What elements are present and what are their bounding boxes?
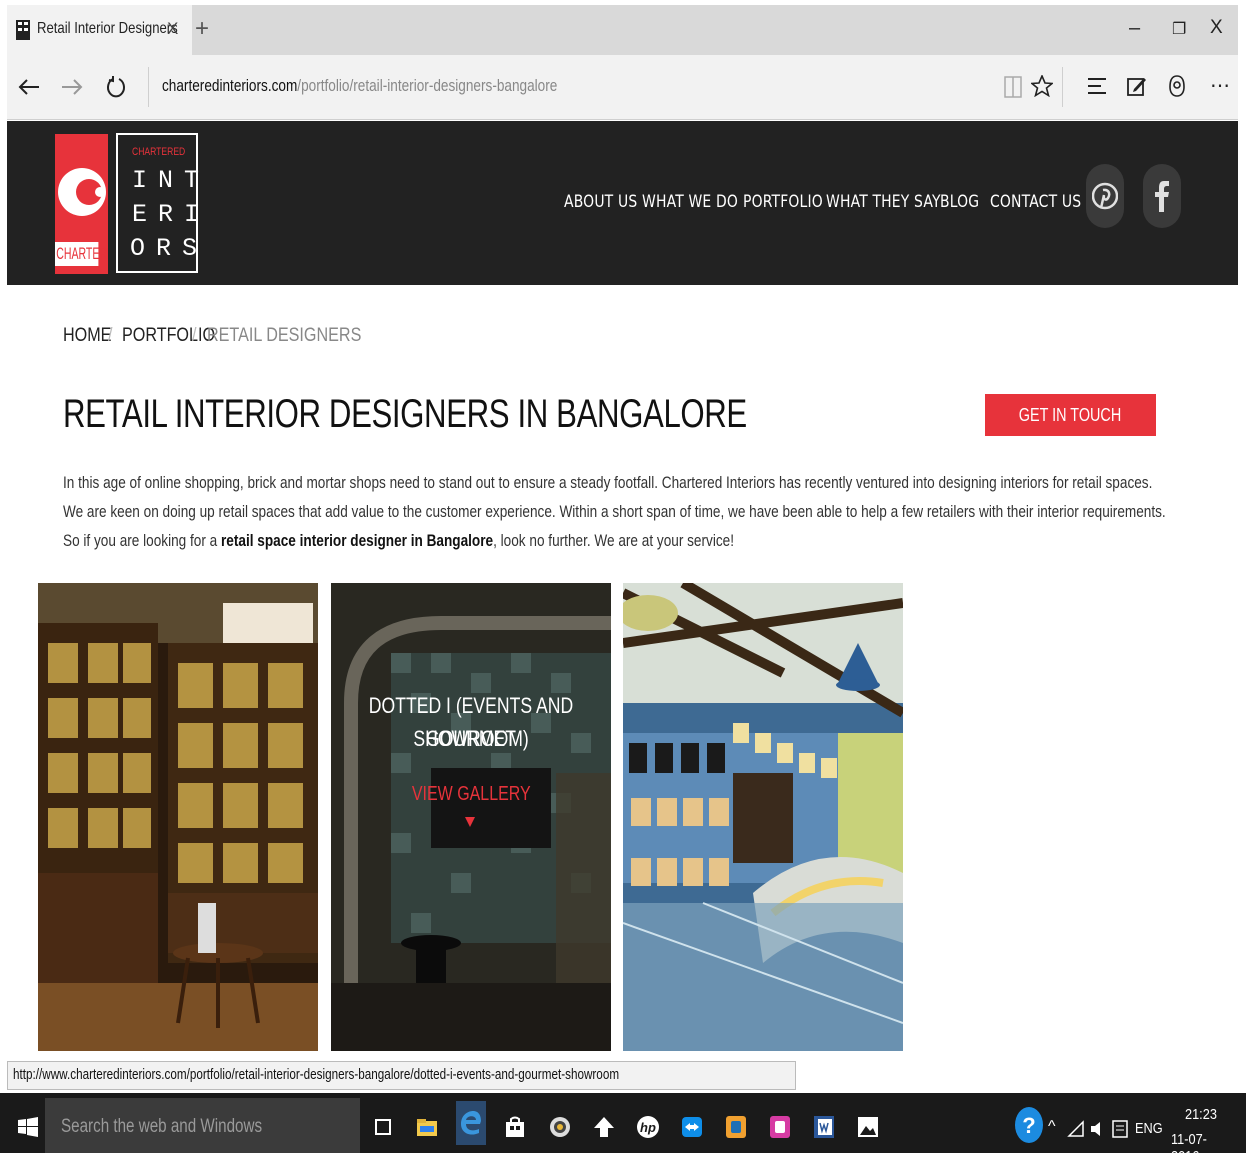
logo-small-text: CHARTERED	[132, 146, 186, 158]
breadcrumb-current: RETAIL DESIGNERS	[207, 325, 362, 346]
store-icon[interactable]	[500, 1110, 530, 1144]
url-domain: charteredinteriors.com	[162, 76, 298, 95]
word-icon[interactable]	[809, 1110, 839, 1144]
windows-start-icon[interactable]	[17, 1116, 39, 1138]
pinterest-icon[interactable]	[1086, 164, 1124, 228]
reading-view-icon[interactable]	[1000, 73, 1026, 101]
browser-tab-bar: Retail Interior Designers X + – ❐ X	[7, 5, 1238, 55]
site-favicon-icon	[15, 20, 31, 40]
svg-text:?: ?	[1022, 1113, 1035, 1138]
page-title: RETAIL INTERIOR DESIGNERS IN BANGALORE	[63, 392, 747, 436]
media-app-icon[interactable]	[545, 1110, 575, 1144]
onenote-style-icon[interactable]	[765, 1110, 795, 1144]
nav-contact-us[interactable]: CONTACT US	[990, 192, 1081, 212]
nav-blog[interactable]: BLOG	[940, 192, 979, 212]
status-bar-url: http://www.charteredinteriors.com/portfo…	[7, 1061, 797, 1090]
tab-close-button[interactable]: X	[167, 19, 178, 39]
logo-text-box[interactable]: CHARTERED I N T E R I O R S	[116, 133, 199, 273]
nav-about-us[interactable]: ABOUT US	[564, 192, 637, 212]
caret-down-icon	[465, 817, 475, 827]
file-explorer-icon[interactable]	[412, 1110, 442, 1144]
window-minimize-button[interactable]: –	[1129, 17, 1140, 40]
language-indicator[interactable]: ENG	[1135, 1120, 1163, 1137]
logo-line-2: E R I	[132, 200, 199, 229]
hp-icon[interactable]: hp	[633, 1110, 663, 1144]
share-icon[interactable]	[1164, 71, 1190, 101]
retail-shelves-image	[38, 583, 318, 1051]
facebook-icon[interactable]	[1143, 164, 1181, 228]
nav-what-they-say[interactable]: WHAT THEY SAY	[826, 192, 941, 212]
refresh-icon[interactable]	[102, 72, 130, 102]
logo-line-1: I N T	[132, 166, 199, 195]
breadcrumb-home[interactable]: HOME	[63, 325, 111, 347]
edge-browser-icon[interactable]	[456, 1101, 486, 1145]
intro-bold-text: retail space interior designer in Bangal…	[221, 531, 494, 550]
view-gallery-link[interactable]: VIEW GALLERY	[331, 778, 611, 811]
teamviewer-icon[interactable]	[677, 1110, 707, 1144]
toolbar-divider	[1062, 67, 1063, 107]
favorite-star-icon[interactable]	[1029, 71, 1055, 101]
forward-arrow-icon[interactable]	[58, 73, 86, 101]
nav-what-we-do[interactable]: WHAT WE DO	[642, 192, 738, 212]
browser-address-bar: charteredinteriors.com/portfolio/retail-…	[7, 55, 1238, 120]
browser-tab[interactable]: Retail Interior Designers X	[7, 5, 192, 55]
web-note-icon[interactable]	[1124, 72, 1150, 100]
logo-badge-text: CHARTERED	[55, 242, 108, 266]
get-in-touch-label: GET IN TOUCH	[1019, 404, 1122, 425]
get-in-touch-button[interactable]: GET IN TOUCH	[985, 394, 1156, 436]
tray-chevron-icon[interactable]: ^	[1048, 1118, 1056, 1136]
portfolio-tile-1[interactable]	[38, 583, 318, 1051]
url-path: /portfolio/retail-interior-designers-ban…	[297, 76, 558, 95]
wifi-icon[interactable]	[1066, 1118, 1086, 1140]
logo-badge[interactable]: CHARTERED	[55, 134, 108, 274]
taskbar-search-box[interactable]: Search the web and Windows	[45, 1098, 360, 1153]
tab-title: Retail Interior Designers	[37, 20, 178, 37]
taskbar-clock-time[interactable]: 21:23	[1185, 1106, 1217, 1123]
logo-line-3: O R S	[130, 234, 197, 263]
task-view-icon[interactable]	[368, 1110, 398, 1144]
new-tab-button[interactable]: +	[195, 15, 209, 43]
breadcrumb-separator: /	[108, 325, 113, 346]
hub-icon[interactable]	[1084, 72, 1110, 100]
nav-portfolio[interactable]: PORTFOLIO	[743, 192, 823, 212]
logo-c-icon	[58, 168, 106, 216]
taskbar-clock-date[interactable]: 11-07-2016	[1171, 1131, 1235, 1165]
volume-icon[interactable]	[1088, 1118, 1108, 1140]
window-close-button[interactable]: X	[1210, 17, 1223, 39]
intro-paragraph: In this age of online shopping, brick an…	[63, 468, 1175, 555]
url-field[interactable]: charteredinteriors.com/portfolio/retail-…	[162, 76, 557, 96]
photos-icon[interactable]	[853, 1110, 883, 1144]
breadcrumb-separator: /	[192, 325, 197, 346]
help-icon[interactable]: ?	[1013, 1104, 1045, 1146]
breadcrumb-portfolio[interactable]: PORTFOLIO	[122, 325, 215, 347]
taskbar-search-placeholder: Search the web and Windows	[61, 1116, 263, 1137]
intro-text-2: , look no further. We are at your servic…	[493, 531, 734, 550]
outlook-style-icon[interactable]	[721, 1110, 751, 1144]
back-arrow-icon[interactable]	[15, 73, 43, 101]
more-icon[interactable]: ⋯	[1210, 73, 1231, 98]
window-restore-button[interactable]: ❐	[1172, 19, 1186, 39]
svg-text:hp: hp	[640, 1120, 656, 1135]
tile-overlay-title-line-2: SHOWROOM)	[413, 726, 529, 751]
bakery-interior-image	[623, 583, 903, 1051]
portfolio-tile-dotted-i[interactable]: DOTTED I (EVENTS AND GOURMET SHOWROOM) V…	[331, 583, 611, 1051]
url-field-divider	[148, 67, 149, 107]
upload-app-icon[interactable]	[589, 1110, 619, 1144]
portfolio-tile-3[interactable]	[623, 583, 903, 1051]
notifications-icon[interactable]	[1110, 1118, 1130, 1140]
